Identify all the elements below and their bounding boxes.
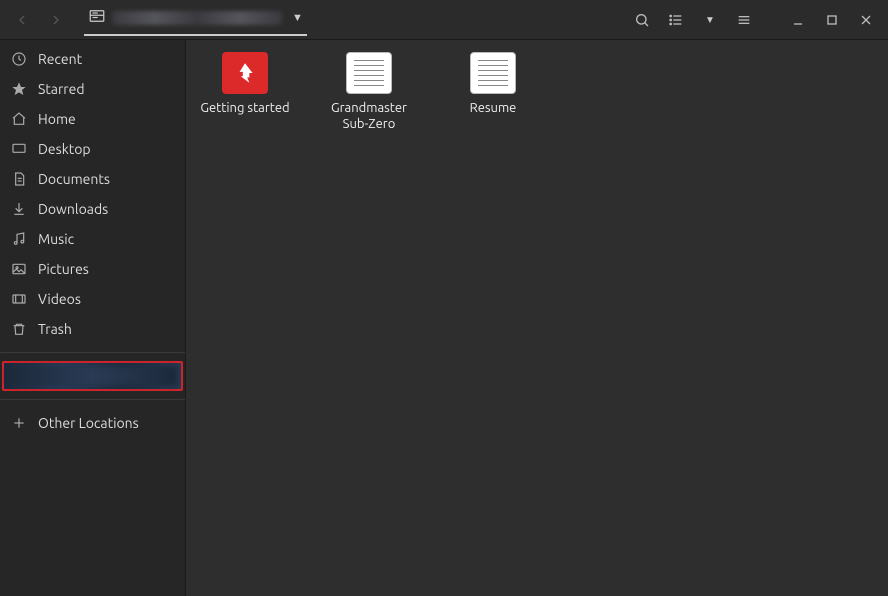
- star-icon: [10, 81, 28, 97]
- sidebar-item-label: Downloads: [38, 201, 108, 217]
- file-label: Getting started: [200, 100, 289, 116]
- path-caret-icon[interactable]: ▼: [292, 12, 303, 24]
- view-list-button[interactable]: [662, 6, 690, 34]
- download-icon: [10, 201, 28, 217]
- clock-icon: [10, 51, 28, 67]
- window-maximize-button[interactable]: [818, 6, 846, 34]
- path-label-blurred: [112, 11, 282, 25]
- sidebar-item-label: Starred: [38, 81, 85, 97]
- pictures-icon: [10, 261, 28, 277]
- sidebar-item-pictures[interactable]: Pictures: [0, 254, 185, 284]
- home-icon: [10, 111, 28, 127]
- text-file-icon: [346, 52, 392, 94]
- sidebar-separator: [0, 352, 185, 353]
- path-bar[interactable]: ▼: [84, 3, 307, 36]
- plus-icon: [10, 415, 28, 431]
- search-button[interactable]: [628, 6, 656, 34]
- sidebar-item-label: Videos: [38, 291, 81, 307]
- headerbar: ▼ ▼: [0, 0, 888, 40]
- sidebar-item-label: Recent: [38, 51, 82, 67]
- sidebar-item-other-locations[interactable]: Other Locations: [0, 408, 185, 438]
- file-item[interactable]: Getting started: [200, 52, 290, 116]
- sidebar-item-home[interactable]: Home: [0, 104, 185, 134]
- sidebar-item-recent[interactable]: Recent: [0, 44, 185, 74]
- sidebar: Recent Starred Home Desktop Documents: [0, 40, 186, 596]
- file-item[interactable]: Resume: [448, 52, 538, 116]
- documents-icon: [10, 171, 28, 187]
- sidebar-item-trash[interactable]: Trash: [0, 314, 185, 344]
- file-label: Resume: [470, 100, 517, 116]
- back-button[interactable]: [8, 6, 36, 34]
- forward-button[interactable]: [42, 6, 70, 34]
- desktop-icon: [10, 141, 28, 157]
- trash-icon: [10, 321, 28, 337]
- sidebar-item-starred[interactable]: Starred: [0, 74, 185, 104]
- sidebar-item-desktop[interactable]: Desktop: [0, 134, 185, 164]
- sidebar-item-label: Other Locations: [38, 415, 139, 431]
- file-label: Grandmaster Sub-Zero: [324, 100, 414, 133]
- file-item[interactable]: Grandmaster Sub-Zero: [324, 52, 414, 133]
- pdf-icon: [222, 52, 268, 94]
- view-dropdown-button[interactable]: ▼: [696, 6, 724, 34]
- sidebar-item-label: Pictures: [38, 261, 89, 277]
- sidebar-item-mount-highlighted[interactable]: [2, 361, 183, 391]
- sidebar-item-downloads[interactable]: Downloads: [0, 194, 185, 224]
- sidebar-separator: [0, 399, 185, 400]
- sidebar-item-label: Desktop: [38, 141, 91, 157]
- music-icon: [10, 231, 28, 247]
- text-file-icon: [470, 52, 516, 94]
- sidebar-item-music[interactable]: Music: [0, 224, 185, 254]
- sidebar-item-documents[interactable]: Documents: [0, 164, 185, 194]
- icon-view[interactable]: Getting started Grandmaster Sub-Zero Res…: [186, 40, 888, 596]
- hamburger-menu-button[interactable]: [730, 6, 758, 34]
- window-minimize-button[interactable]: [784, 6, 812, 34]
- sidebar-item-label: Documents: [38, 171, 110, 187]
- sidebar-item-videos[interactable]: Videos: [0, 284, 185, 314]
- sidebar-item-label: Trash: [38, 321, 72, 337]
- sidebar-item-label: Music: [38, 231, 74, 247]
- videos-icon: [10, 291, 28, 307]
- sidebar-item-label: Home: [38, 111, 76, 127]
- drive-icon: [88, 7, 106, 28]
- window-close-button[interactable]: [852, 6, 880, 34]
